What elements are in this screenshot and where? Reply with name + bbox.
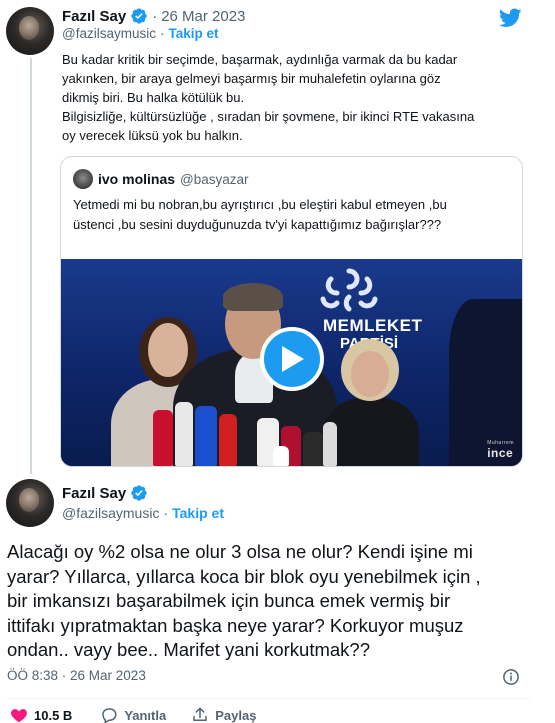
reply-button[interactable]: Yanıtla [100,706,166,723]
watermark-text: ince [487,446,514,460]
follow-link[interactable]: Takip et [168,26,218,41]
like-count: 10.5 B [34,707,73,723]
divider [7,698,530,699]
quoted-line: üstenci ,bu sesini duyduğunuzda tv'yi ka… [73,217,442,232]
tweet-line: ittifakı yıpratmaktan başka neye yarar? … [7,614,464,636]
author-handle[interactable]: @fazilsaymusic [62,26,156,41]
share-label: Paylaş [215,707,257,723]
tweet-line: ondan.. vayy bee.. Marifet yani korkutma… [7,639,370,660]
microphone [303,432,323,466]
tweet-header: Fazıl Say · 26 Mar 2023 [62,6,245,26]
microphone [273,446,289,466]
verified-badge-icon [131,8,147,24]
play-icon [282,346,304,372]
tweet-line: Bu kadar kritik bir seçimde, başarmak, a… [62,52,458,67]
info-icon[interactable] [502,668,520,686]
video-player[interactable]: MEMLEKET PARTİSİ Muharrem ince [61,259,522,466]
reply-icon [102,708,117,723]
like-button[interactable]: 10.5 B [10,706,72,723]
tweet-line: yarar? Yıllarca, yıllarca koca bir blok … [7,565,481,587]
quoted-line: Yetmedi mi bu nobran,bu ayrıştırıcı ,bu … [73,197,447,212]
tweet-body: Bu kadar kritik bir seçimde, başarmak, a… [62,50,532,145]
author-handle[interactable]: @fazilsaymusic [62,505,159,521]
thread-connector-line [30,58,32,474]
tweet-date[interactable]: 26 Mar 2023 [161,8,245,25]
play-button[interactable] [260,327,324,391]
separator-dot: · [152,7,158,25]
tweet-line: Bilgisizliğe, kültürsüzlüğe , sıradan bi… [62,109,475,124]
heart-icon [11,709,27,723]
person-left-face [148,323,188,377]
reply-label: Yanıtla [124,707,167,723]
quoted-author-avatar[interactable] [73,169,93,189]
share-icon [193,707,207,721]
microphone [175,402,193,466]
tweet-line: Alacağı oy %2 olsa ne olur 3 olsa ne olu… [7,541,473,562]
tweet-line: bir imkansızı başarabilmek için bunca em… [7,590,451,611]
person-right-face [351,351,389,397]
share-button[interactable]: Paylaş [191,706,256,723]
tweet-handle-row: @fazilsaymusic · Takip et [62,26,219,41]
microphone [219,414,237,466]
author-name[interactable]: Fazıl Say [62,8,126,25]
author-avatar[interactable] [6,479,54,527]
microphone [323,422,337,466]
twitter-bird-icon[interactable] [499,8,522,28]
quoted-author-name[interactable]: ivo molinas [98,171,175,187]
tweet-line: dikmiş biri. Bu halka kötülük bu. [62,90,245,105]
separator-dot: · [163,505,169,521]
quoted-author-handle[interactable]: @basyazar [180,172,248,187]
follow-link[interactable]: Takip et [172,505,224,521]
tweet-header: Fazıl Say [62,484,148,502]
tweet-timestamp[interactable]: ÖÖ 8:38 · 26 Mar 2023 [7,668,146,683]
quoted-tweet-header: ivo molinas @basyazar [73,169,249,189]
verified-badge-icon [131,485,147,501]
backdrop-text-line1: MEMLEKET [323,316,423,335]
tweet-handle-row: @fazilsaymusic · Takip et [62,505,224,521]
separator-dot: · [159,26,165,41]
person-center-hair [223,283,283,311]
action-bar: 10.5 B Yanıtla Paylaş [7,706,256,723]
quoted-tweet-card[interactable]: ivo molinas @basyazar Yetmedi mi bu nobr… [60,156,523,467]
microphone [153,410,173,466]
video-watermark: Muharrem ince [487,440,514,460]
tweet-line: oy verecek lüksü yok bu halkın. [62,128,243,143]
tweet-line: yakınken, bir araya gelmeyi başarmış bir… [62,71,441,86]
person-right-body [323,397,419,466]
tweet-body: Alacağı oy %2 olsa ne olur 3 olsa ne olu… [7,540,532,663]
author-name[interactable]: Fazıl Say [62,485,126,502]
quoted-tweet-body: Yetmedi mi bu nobran,bu ayrıştırıcı ,bu … [73,195,513,235]
author-avatar[interactable] [6,7,54,55]
microphone [195,406,217,466]
